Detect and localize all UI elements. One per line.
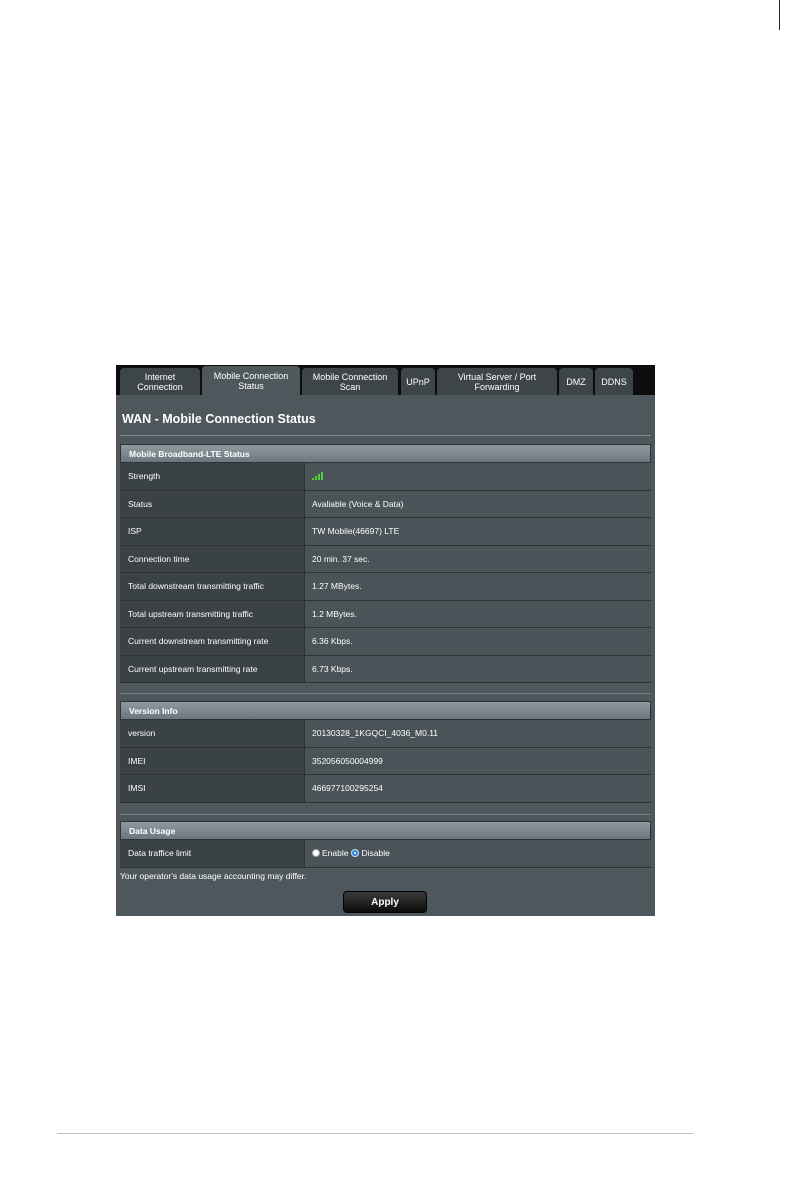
section-header: Mobile Broadband-LTE Status [120, 444, 651, 463]
row-value: TW Mobile(46697) LTE [305, 518, 651, 545]
row-label: Current upstream transmitting rate [120, 655, 305, 682]
table-row: Status Avaliable (Voice & Data) [120, 490, 651, 518]
row-value: 1.2 MBytes. [305, 600, 651, 627]
crop-mark [779, 0, 780, 30]
version-info-section: Version Info version 20130328_1KGQCI_403… [120, 701, 651, 803]
table-row: Current upstream transmitting rate 6.73 … [120, 655, 651, 683]
section-divider [120, 693, 651, 694]
tab-mobile-connection-scan[interactable]: Mobile Connection Scan [302, 368, 398, 395]
row-label: Status [120, 490, 305, 517]
apply-button[interactable]: Apply [343, 891, 427, 913]
tab-mobile-connection-status[interactable]: Mobile Connection Status [202, 366, 300, 395]
tab-upnp[interactable]: UPnP [401, 368, 435, 395]
title-divider [120, 435, 651, 436]
page-title: WAN - Mobile Connection Status [122, 412, 316, 426]
row-label: Strength [120, 463, 305, 490]
table-row: Total downstream transmitting traffic 1.… [120, 573, 651, 601]
row-value: 20 min. 37 sec. [305, 545, 651, 572]
router-settings-screenshot: Internet Connection Mobile Connection St… [116, 365, 655, 916]
row-label: Current downstream transmitting rate [120, 628, 305, 655]
row-label: IMSI [120, 775, 305, 802]
section-header: Version Info [120, 701, 651, 720]
disable-radio-label: Disable [361, 848, 390, 859]
row-label: Total upstream transmitting traffic [120, 600, 305, 627]
row-label: IMEI [120, 747, 305, 774]
table-row: IMSI 466977100295254 [120, 775, 651, 803]
section-divider [120, 814, 651, 815]
table-row: Data traffice limit Enable Disable [120, 840, 651, 868]
row-value [305, 463, 651, 490]
tab-dmz[interactable]: DMZ [559, 368, 593, 395]
lte-status-section: Mobile Broadband-LTE Status Strength Sta… [120, 444, 651, 683]
row-value: 6.36 Kbps. [305, 628, 651, 655]
disable-radio[interactable] [351, 849, 360, 858]
table-row: version 20130328_1KGQCI_4036_M0.11 [120, 720, 651, 748]
row-label: Total downstream transmitting traffic [120, 573, 305, 600]
data-usage-section: Data Usage Data traffice limit Enable Di… [120, 821, 651, 868]
tab-bar: Internet Connection Mobile Connection St… [116, 365, 655, 395]
page-footer-rule [57, 1133, 693, 1134]
table-row: Strength [120, 463, 651, 491]
row-value: Enable Disable [305, 840, 651, 867]
table-row: Current downstream transmitting rate 6.3… [120, 628, 651, 656]
row-value: Avaliable (Voice & Data) [305, 490, 651, 517]
row-label: version [120, 720, 305, 747]
enable-radio[interactable] [312, 849, 320, 858]
row-value: 6.73 Kbps. [305, 655, 651, 682]
table-row: Connection time 20 min. 37 sec. [120, 545, 651, 573]
data-usage-note: Your operator's data usage accounting ma… [120, 871, 307, 881]
tab-virtual-server[interactable]: Virtual Server / Port Forwarding [437, 368, 557, 395]
row-label: Data traffice limit [120, 840, 305, 867]
table-row: ISP TW Mobile(46697) LTE [120, 518, 651, 546]
row-value: 20130328_1KGQCI_4036_M0.11 [305, 720, 651, 747]
tab-ddns[interactable]: DDNS [595, 368, 633, 395]
row-value: 352056050004999 [305, 747, 651, 774]
table-row: Total upstream transmitting traffic 1.2 … [120, 600, 651, 628]
row-label: ISP [120, 518, 305, 545]
tab-internet-connection[interactable]: Internet Connection [120, 368, 200, 395]
row-value: 1.27 MBytes. [305, 573, 651, 600]
signal-strength-icon [312, 472, 323, 481]
section-header: Data Usage [120, 821, 651, 840]
row-value: 466977100295254 [305, 775, 651, 802]
row-label: Connection time [120, 545, 305, 572]
enable-radio-label: Enable [322, 848, 349, 859]
table-row: IMEI 352056050004999 [120, 747, 651, 775]
